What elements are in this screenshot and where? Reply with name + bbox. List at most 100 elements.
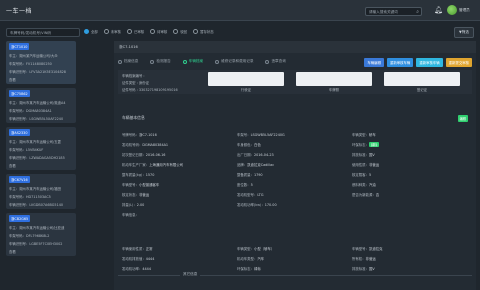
field-value: 上海通用汽车有限公司	[149, 163, 184, 168]
field-key: 初次登记日期	[122, 153, 143, 158]
tab-archive-info[interactable]: 档案信息	[118, 59, 138, 64]
info-cell: 机动车生产厂家：上海通用汽车有限公司	[122, 163, 184, 168]
tab-maintenance-records[interactable]: 维修记录和费用记录	[215, 59, 253, 64]
plate-tag: 浙C75B62	[9, 90, 30, 97]
radio-label: 驳回	[180, 30, 188, 34]
edit-vehicle-button[interactable]: 车辆编辑	[364, 58, 384, 67]
info-cell: 出厂日期：2016-04-23	[237, 153, 274, 158]
avatar[interactable]	[447, 5, 457, 15]
field-value: 汽油	[368, 182, 376, 187]
id-type-text: 证件类型 : 身份证	[122, 81, 150, 85]
filter-button[interactable]: ▼筛选	[454, 27, 474, 38]
field-key: 座位数	[237, 182, 248, 187]
list-item[interactable]: 浙CB2G65 车主：湖州市某汽车运输公司/比亚迪 车架号码：DFL7968K8…	[6, 213, 76, 256]
status-text: 查看	[9, 78, 16, 82]
info-cell: 排量(L)：2.00	[122, 202, 145, 207]
frame-number: 车架号码：HD711503AC5	[9, 195, 51, 199]
info-cell: 环保标志：绿标	[352, 142, 380, 148]
image-placeholder	[208, 72, 284, 86]
info-cell: 发动机功率：4444	[122, 267, 151, 272]
driving-license-image[interactable]: 行驶证	[208, 72, 284, 92]
field-key: 整备质量	[237, 173, 251, 177]
info-cell: 品牌：凯迪拉克Cadillac	[237, 163, 275, 168]
radio-pending[interactable]: 待审核	[150, 29, 167, 34]
list-item[interactable]: 浙C75B62 车主：湖州市某汽车运输公司/奥迪A4 车架号码：DGMA8038…	[6, 88, 76, 123]
radio-all[interactable]: 全部	[84, 29, 98, 34]
field-value: 4444	[145, 257, 155, 262]
info-row: 核定状态：非营运 发动机型号：LTG 是否为新能源：否	[122, 189, 468, 199]
basic-info-table: 号牌号码：浙C7-1016 车架号：LSGWB5L5AF2240G 车辆类型：轿…	[122, 130, 468, 219]
vin-text: 车辆识别号：LFV3A21K5E3104828	[9, 70, 66, 74]
image-caption: 车牌照	[328, 88, 340, 92]
info-cell: 车辆类型：小型（轿车）	[237, 247, 275, 252]
global-search-placeholder: 请输入搜索关键词	[369, 10, 398, 14]
plate-tag: 浙CB2G65	[9, 215, 31, 222]
user-name[interactable]: 管理员	[459, 8, 470, 13]
frame-number: 车架号码：DFL7968K8L2	[9, 234, 50, 238]
tab-label: 违章查询	[271, 59, 286, 63]
field-key: 核定载客	[352, 173, 366, 177]
vin-search-input[interactable]: 车牌号码/发动机号/VIN码	[6, 28, 80, 37]
field-key: 发动机型号	[237, 192, 254, 197]
list-item[interactable]: 浙AS2330 车主：湖州市某汽车运输公司/五菱 车架号码：L5VB4KUF 车…	[6, 127, 76, 170]
bell-icon[interactable]: 🔔︎	[434, 6, 443, 14]
info-row: 车辆使用性质：正常 车辆类型：小型（轿车） 车辆型号：凯迪拉克	[122, 244, 468, 254]
detail-header: 浙C7-1016	[114, 41, 476, 53]
resubmit-button[interactable]: 重新提交审核	[445, 58, 472, 67]
radio-reviewed[interactable]: 已审核	[126, 29, 145, 34]
radio-dot	[103, 29, 109, 34]
vin-text: 车辆识别号：LZWADAGA5DH2185	[9, 156, 65, 160]
tab-violation-query[interactable]: 违章查询	[265, 59, 286, 64]
basic-info-title: 车辆基本信息	[122, 115, 145, 120]
detail-tabs: 档案信息 检测报告 车辆档案 维修记录和费用记录 违章查询	[118, 59, 286, 64]
top-bar: 一车一档 请输入搜索关键词 ⌕ 🔔︎ 管理员	[0, 0, 480, 21]
re-review-button[interactable]: 重新审核车辆	[386, 58, 414, 67]
tab-label: 检测报告	[156, 59, 171, 63]
radio-draft[interactable]: 暂存状态	[193, 29, 214, 34]
radio-label: 暂存状态	[200, 30, 214, 34]
radio-label: 已审核	[133, 30, 145, 34]
re-review-button-2[interactable]: 重新审核车辆	[416, 58, 443, 67]
field-key: 车辆使用性质	[122, 247, 143, 252]
search-icon[interactable]: ⌕	[416, 9, 419, 15]
field-key: 核定状态	[122, 192, 136, 197]
field-key: 发动机功率	[122, 267, 139, 272]
field-value: 绿标	[253, 267, 261, 272]
field-value: 国V	[368, 267, 375, 272]
registration-image[interactable]: 登记证	[384, 72, 460, 92]
license-plate-image[interactable]: 车牌照	[296, 72, 372, 92]
radio-unreviewed[interactable]: 未审核	[103, 29, 121, 34]
field-value: 轿车	[368, 133, 376, 138]
tab-icon	[265, 59, 270, 64]
section-divider	[118, 275, 472, 276]
field-value: 170.00	[264, 202, 277, 207]
info-row: 车辆型号：小型普通客车 座位数：5 燃料种类：汽油	[122, 179, 468, 189]
info-row: 发动机号码：DGMA80384A1 车身颜色：白色 环保标志： 绿标	[122, 140, 468, 150]
field-value: 否	[375, 192, 380, 197]
field-value: 非营运	[368, 163, 380, 168]
field-key: 车辆型号	[352, 247, 366, 252]
info-cell: 核定状态：非营运	[122, 192, 150, 197]
tab-inspection-report[interactable]: 检测报告	[150, 59, 171, 64]
field-value: 2016-04-23	[253, 153, 274, 158]
info-row: 排量(L)：2.00 发动机功率(kw)：170.00	[122, 199, 468, 209]
field-value: 凯迪拉克Cadillac	[247, 163, 275, 168]
edit-badge[interactable]: 编辑	[457, 115, 468, 122]
image-caption: 行驶证	[240, 88, 252, 92]
archive-overview: 车辆档案编号 : 证件类型 : 身份证 证件号码 : 3303271981091…	[118, 70, 472, 94]
field-value: 汽车	[257, 257, 265, 262]
list-item[interactable]: 浙C67V16 车主：湖州市某汽车运输公司/福田 车架号码：HD711503AC…	[6, 174, 76, 209]
global-search-input[interactable]: 请输入搜索关键词 ⌕	[365, 7, 422, 16]
tab-vehicle-archive[interactable]: 车辆档案	[182, 59, 203, 64]
field-key: 环保标志	[352, 143, 366, 148]
radio-rejected[interactable]: 驳回	[173, 29, 187, 34]
info-cell: 发动机功率(kw)：170.00	[237, 202, 277, 207]
field-key: 车身颜色	[237, 143, 251, 148]
info-row: 整车质量(kg)：1570 整备质量：1790 核定载客：5	[122, 170, 468, 180]
radio-label: 待审核	[157, 30, 168, 34]
list-item[interactable]: 浙CT1010 车主：湖州某汽车运输公司/大众 车架号码：FV114808025…	[6, 41, 76, 84]
field-value: 小型普通客车	[138, 182, 160, 187]
image-placeholder	[296, 72, 372, 86]
field-key: 车辆信息	[122, 212, 136, 217]
field-value: 浙C7-1016	[138, 133, 157, 138]
